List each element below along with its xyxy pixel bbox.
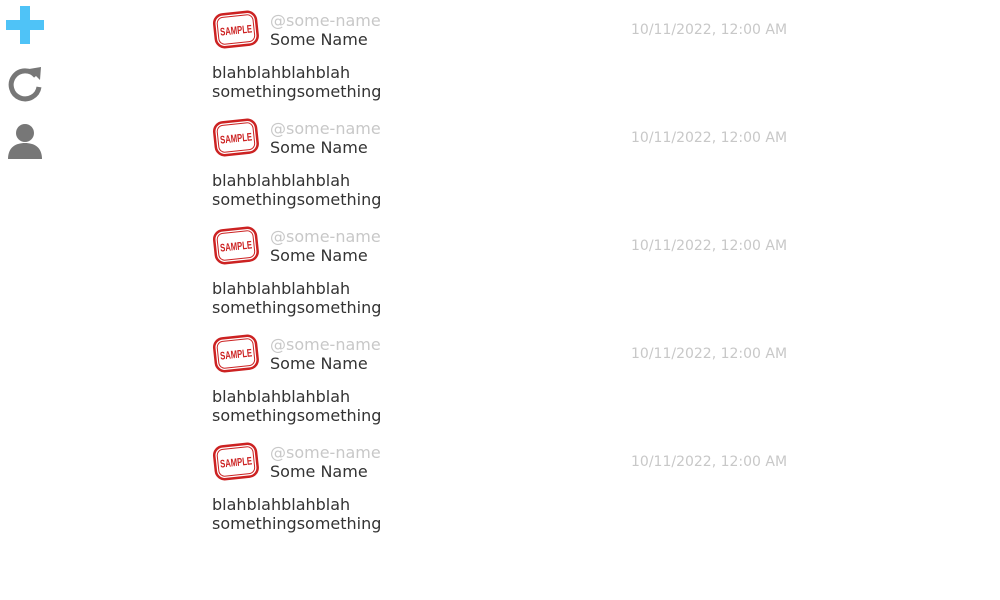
post-body-line: blahblahblahblah — [212, 171, 351, 190]
post-body-line: blahblahblahblah — [212, 495, 351, 514]
stamp-text: SAMPLE — [220, 23, 253, 38]
add-button[interactable] — [5, 5, 45, 45]
post-author-name[interactable]: Some Name — [270, 462, 368, 481]
refresh-icon — [8, 67, 42, 102]
post-timestamp: 10/11/2022, 12:00 AM — [631, 130, 788, 146]
avatar[interactable]: SAMPLE — [212, 8, 260, 52]
post-body: blahblahblahblah somethingsomething — [212, 387, 381, 425]
user-icon — [8, 124, 42, 159]
post-body: blahblahblahblah somethingsomething — [212, 171, 381, 209]
post-item[interactable]: SAMPLE @some-name Some Name 10/11/2022, … — [212, 8, 792, 116]
post-item[interactable]: SAMPLE @some-name Some Name 10/11/2022, … — [212, 332, 792, 440]
stamp-text: SAMPLE — [220, 239, 253, 254]
post-item[interactable]: SAMPLE @some-name Some Name 10/11/2022, … — [212, 116, 792, 224]
sample-stamp-icon: SAMPLE — [212, 334, 259, 373]
sample-stamp-icon: SAMPLE — [212, 118, 259, 157]
post-feed: SAMPLE @some-name Some Name 10/11/2022, … — [212, 8, 792, 548]
post-body-line: blahblahblahblah — [212, 387, 351, 406]
sample-stamp-icon: SAMPLE — [212, 442, 259, 481]
refresh-button[interactable] — [5, 63, 45, 103]
post-author-name[interactable]: Some Name — [270, 138, 368, 157]
post-author-name[interactable]: Some Name — [270, 246, 368, 265]
avatar[interactable]: SAMPLE — [212, 440, 260, 484]
avatar[interactable]: SAMPLE — [212, 224, 260, 268]
avatar[interactable]: SAMPLE — [212, 116, 260, 160]
post-handle[interactable]: @some-name — [270, 335, 381, 354]
stamp-text: SAMPLE — [220, 347, 253, 362]
post-body-line: blahblahblahblah — [212, 63, 351, 82]
sample-stamp-icon: SAMPLE — [212, 10, 259, 49]
post-handle[interactable]: @some-name — [270, 11, 381, 30]
avatar[interactable]: SAMPLE — [212, 332, 260, 376]
post-handle[interactable]: @some-name — [270, 443, 381, 462]
post-body: blahblahblahblah somethingsomething — [212, 63, 381, 101]
post-item[interactable]: SAMPLE @some-name Some Name 10/11/2022, … — [212, 440, 792, 548]
plus-icon — [6, 6, 44, 44]
profile-button[interactable] — [5, 121, 45, 161]
post-body-line: somethingsomething — [212, 406, 382, 425]
post-author-name[interactable]: Some Name — [270, 30, 368, 49]
post-item[interactable]: SAMPLE @some-name Some Name 10/11/2022, … — [212, 224, 792, 332]
post-body-line: blahblahblahblah — [212, 279, 351, 298]
post-body-line: somethingsomething — [212, 190, 382, 209]
stamp-text: SAMPLE — [220, 131, 253, 146]
post-body-line: somethingsomething — [212, 82, 382, 101]
stamp-text: SAMPLE — [220, 455, 253, 470]
post-body: blahblahblahblah somethingsomething — [212, 495, 381, 533]
post-timestamp: 10/11/2022, 12:00 AM — [631, 346, 788, 362]
sample-stamp-icon: SAMPLE — [212, 226, 259, 265]
post-timestamp: 10/11/2022, 12:00 AM — [631, 454, 788, 470]
post-timestamp: 10/11/2022, 12:00 AM — [631, 238, 788, 254]
post-body-line: somethingsomething — [212, 514, 382, 533]
post-author-name[interactable]: Some Name — [270, 354, 368, 373]
post-handle[interactable]: @some-name — [270, 227, 381, 246]
post-timestamp: 10/11/2022, 12:00 AM — [631, 22, 788, 38]
post-handle[interactable]: @some-name — [270, 119, 381, 138]
post-body-line: somethingsomething — [212, 298, 382, 317]
post-body: blahblahblahblah somethingsomething — [212, 279, 381, 317]
